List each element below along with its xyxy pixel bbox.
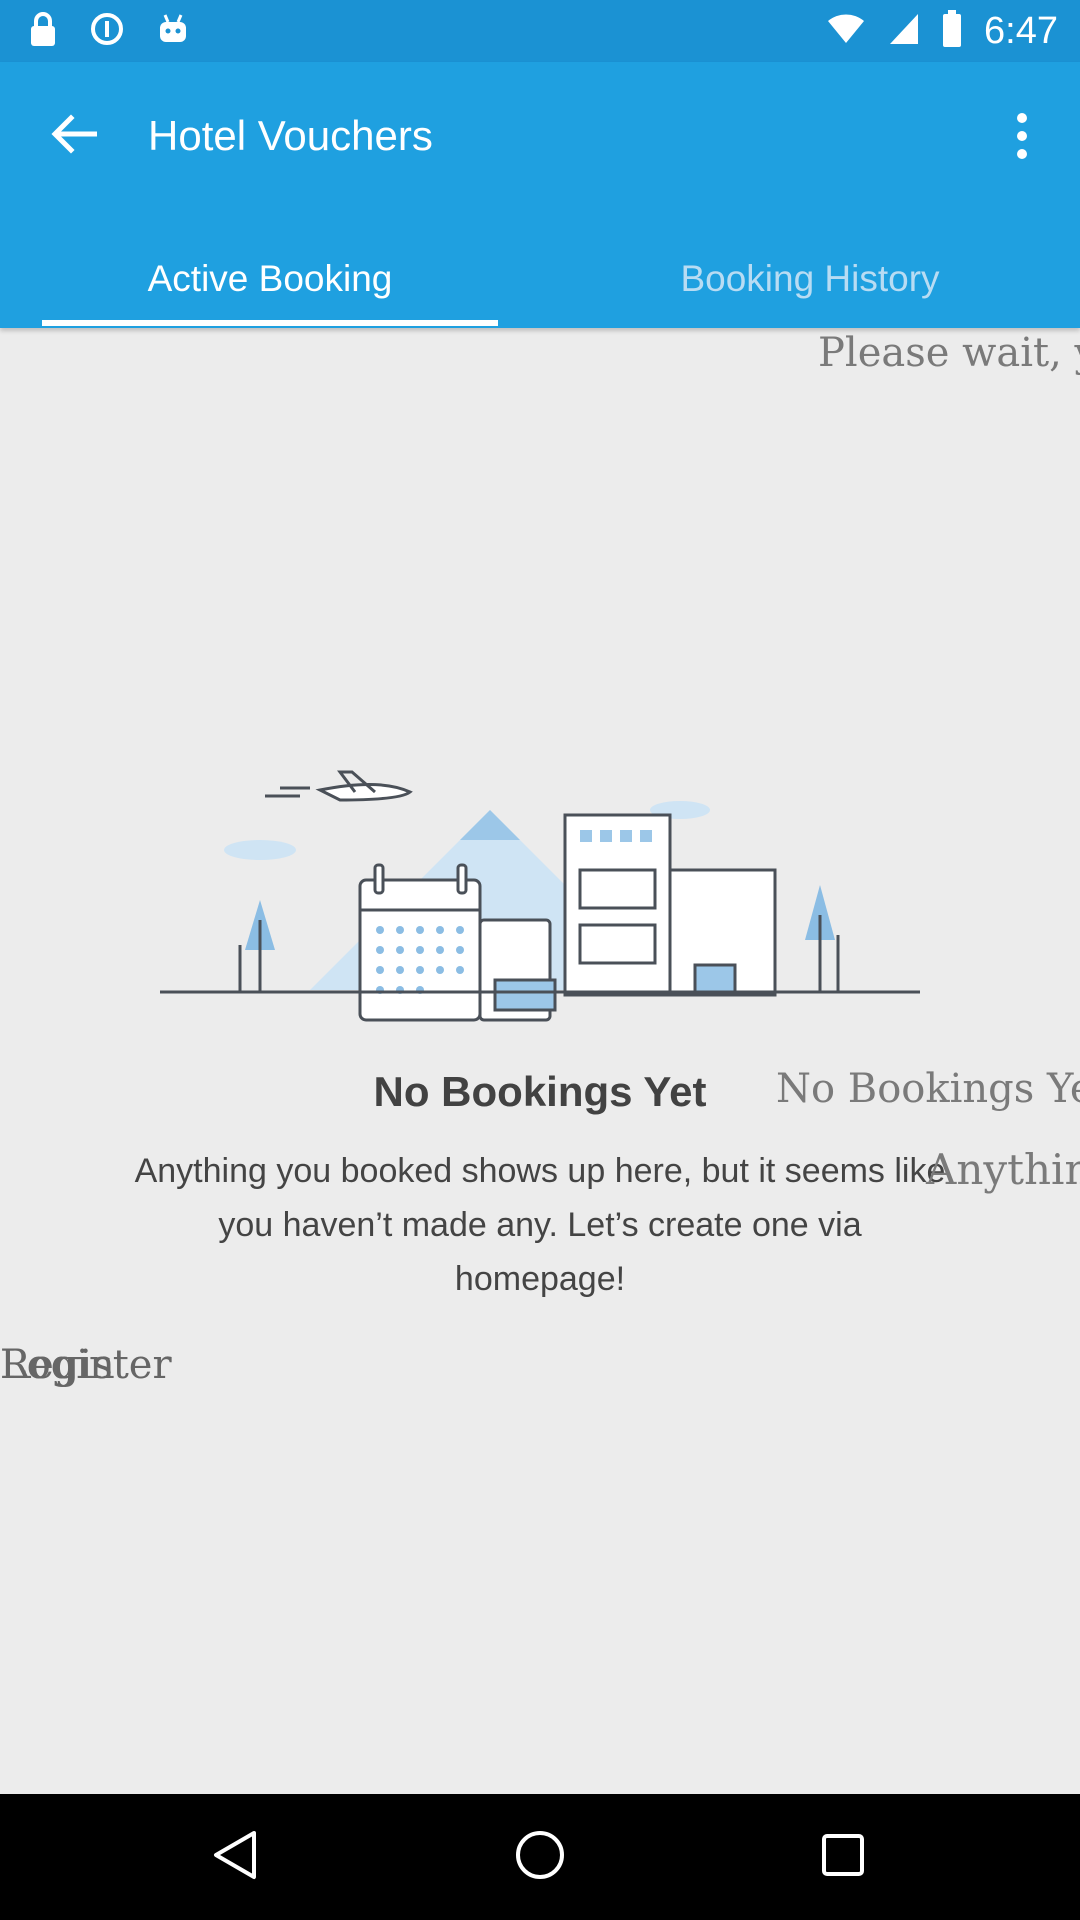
app-bar: Hotel Vouchers Active Booking Booking Hi… xyxy=(0,62,1080,328)
nav-home-button[interactable] xyxy=(505,1822,575,1892)
page-title: Hotel Vouchers xyxy=(148,112,433,159)
status-time: 6:47 xyxy=(984,9,1058,52)
android-icon xyxy=(156,12,190,51)
tab-active-booking[interactable]: Active Booking xyxy=(42,234,498,324)
wifi-icon xyxy=(826,13,866,50)
arrow-back-icon xyxy=(51,113,98,159)
status-bar: 6:47 xyxy=(0,0,1080,62)
back-button[interactable] xyxy=(38,100,110,172)
lock-icon xyxy=(28,11,58,52)
system-nav-bar xyxy=(0,1794,1080,1920)
back-triangle-icon xyxy=(212,1829,258,1886)
travel-city-illustration xyxy=(160,770,920,1030)
overflow-menu-button[interactable] xyxy=(992,100,1052,172)
airplane-icon xyxy=(265,770,413,802)
empty-state-message-duplicate: Anything xyxy=(926,1145,1080,1194)
home-circle-icon xyxy=(514,1829,566,1886)
empty-state-message: Anything you booked shows up here, but i… xyxy=(134,1152,946,1298)
empty-state-title-duplicate: No Bookings Ye xyxy=(776,1066,1080,1112)
recents-square-icon xyxy=(820,1832,866,1883)
login-link[interactable]: Login xyxy=(0,1342,115,1388)
battery-icon xyxy=(942,9,962,53)
tab-booking-history[interactable]: Booking History xyxy=(580,234,1040,324)
info-icon xyxy=(90,12,124,51)
signal-icon xyxy=(888,12,920,51)
nav-recents-button[interactable] xyxy=(808,1822,878,1892)
tab-indicator xyxy=(42,320,498,326)
more-vert-icon xyxy=(1017,113,1027,123)
nav-back-button[interactable] xyxy=(200,1822,270,1892)
empty-state-title: No Bookings Yet xyxy=(373,1068,707,1115)
loading-text: Please wait, yo xyxy=(818,330,1080,376)
